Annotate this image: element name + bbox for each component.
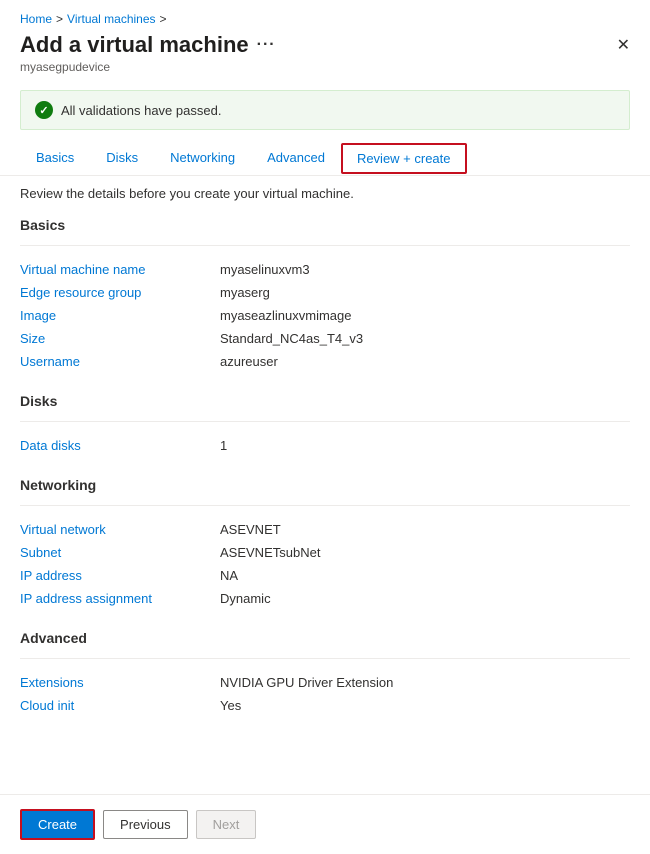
detail-row: Size Standard_NC4as_T4_v3 — [20, 327, 630, 350]
detail-row: IP address NA — [20, 564, 630, 587]
divider-disks — [20, 421, 630, 422]
label-resource-group: Edge resource group — [20, 285, 220, 300]
section-title-advanced: Advanced — [20, 630, 630, 650]
tab-review-create[interactable]: Review + create — [341, 143, 467, 174]
detail-row: Cloud init Yes — [20, 694, 630, 717]
tab-networking[interactable]: Networking — [154, 142, 251, 175]
section-title-disks: Disks — [20, 393, 630, 413]
tab-basics[interactable]: Basics — [20, 142, 90, 175]
value-extensions: NVIDIA GPU Driver Extension — [220, 675, 393, 690]
value-image: myaseazlinuxvmimage — [220, 308, 352, 323]
section-basics: Basics Virtual machine name myaselinuxvm… — [20, 217, 630, 373]
value-resource-group: myaserg — [220, 285, 270, 300]
breadcrumb-sep2: > — [160, 12, 167, 26]
value-data-disks: 1 — [220, 438, 227, 453]
title-text: Add a virtual machine — [20, 32, 249, 58]
value-size: Standard_NC4as_T4_v3 — [220, 331, 363, 346]
review-subtitle: Review the details before you create you… — [0, 176, 650, 209]
page-title: Add a virtual machine ··· — [20, 32, 276, 58]
label-virtual-network: Virtual network — [20, 522, 220, 537]
value-cloud-init: Yes — [220, 698, 241, 713]
create-button[interactable]: Create — [20, 809, 95, 840]
footer: Create Previous Next — [0, 794, 650, 854]
detail-row: Image myaseazlinuxvmimage — [20, 304, 630, 327]
detail-row: Edge resource group myaserg — [20, 281, 630, 304]
breadcrumb: Home > Virtual machines > — [0, 0, 650, 30]
close-icon[interactable]: ✕ — [617, 35, 630, 55]
tabs: Basics Disks Networking Advanced Review … — [0, 142, 650, 176]
header-icons: ✕ — [617, 35, 630, 55]
label-image: Image — [20, 308, 220, 323]
validation-message: All validations have passed. — [61, 103, 221, 118]
next-button: Next — [196, 810, 257, 839]
value-ip-address: NA — [220, 568, 238, 583]
label-ip-assignment: IP address assignment — [20, 591, 220, 606]
section-networking: Networking Virtual network ASEVNET Subne… — [20, 477, 630, 610]
header-row: Add a virtual machine ··· ✕ — [0, 30, 650, 58]
breadcrumb-sep1: > — [56, 12, 63, 26]
tab-disks[interactable]: Disks — [90, 142, 154, 175]
section-title-basics: Basics — [20, 217, 630, 237]
label-vm-name: Virtual machine name — [20, 262, 220, 277]
detail-row: IP address assignment Dynamic — [20, 587, 630, 610]
breadcrumb-virtual-machines[interactable]: Virtual machines — [67, 12, 156, 26]
page-container: Home > Virtual machines > Add a virtual … — [0, 0, 650, 854]
label-username: Username — [20, 354, 220, 369]
value-subnet: ASEVNETsubNet — [220, 545, 320, 560]
tab-advanced[interactable]: Advanced — [251, 142, 341, 175]
divider-advanced — [20, 658, 630, 659]
subtitle: myasegpudevice — [0, 58, 650, 82]
section-advanced: Advanced Extensions NVIDIA GPU Driver Ex… — [20, 630, 630, 717]
value-ip-assignment: Dynamic — [220, 591, 271, 606]
detail-row: Username azureuser — [20, 350, 630, 373]
divider-basics — [20, 245, 630, 246]
detail-row: Virtual network ASEVNET — [20, 518, 630, 541]
label-size: Size — [20, 331, 220, 346]
divider-networking — [20, 505, 630, 506]
content-area: Basics Virtual machine name myaselinuxvm… — [0, 209, 650, 794]
label-extensions: Extensions — [20, 675, 220, 690]
label-cloud-init: Cloud init — [20, 698, 220, 713]
check-icon — [35, 101, 53, 119]
section-title-networking: Networking — [20, 477, 630, 497]
section-disks: Disks Data disks 1 — [20, 393, 630, 457]
value-username: azureuser — [220, 354, 278, 369]
label-ip-address: IP address — [20, 568, 220, 583]
breadcrumb-home[interactable]: Home — [20, 12, 52, 26]
value-virtual-network: ASEVNET — [220, 522, 281, 537]
ellipsis-icon[interactable]: ··· — [257, 36, 276, 54]
detail-row: Subnet ASEVNETsubNet — [20, 541, 630, 564]
label-subnet: Subnet — [20, 545, 220, 560]
detail-row: Virtual machine name myaselinuxvm3 — [20, 258, 630, 281]
label-data-disks: Data disks — [20, 438, 220, 453]
value-vm-name: myaselinuxvm3 — [220, 262, 310, 277]
detail-row: Data disks 1 — [20, 434, 630, 457]
detail-row: Extensions NVIDIA GPU Driver Extension — [20, 671, 630, 694]
validation-banner: All validations have passed. — [20, 90, 630, 130]
previous-button[interactable]: Previous — [103, 810, 188, 839]
